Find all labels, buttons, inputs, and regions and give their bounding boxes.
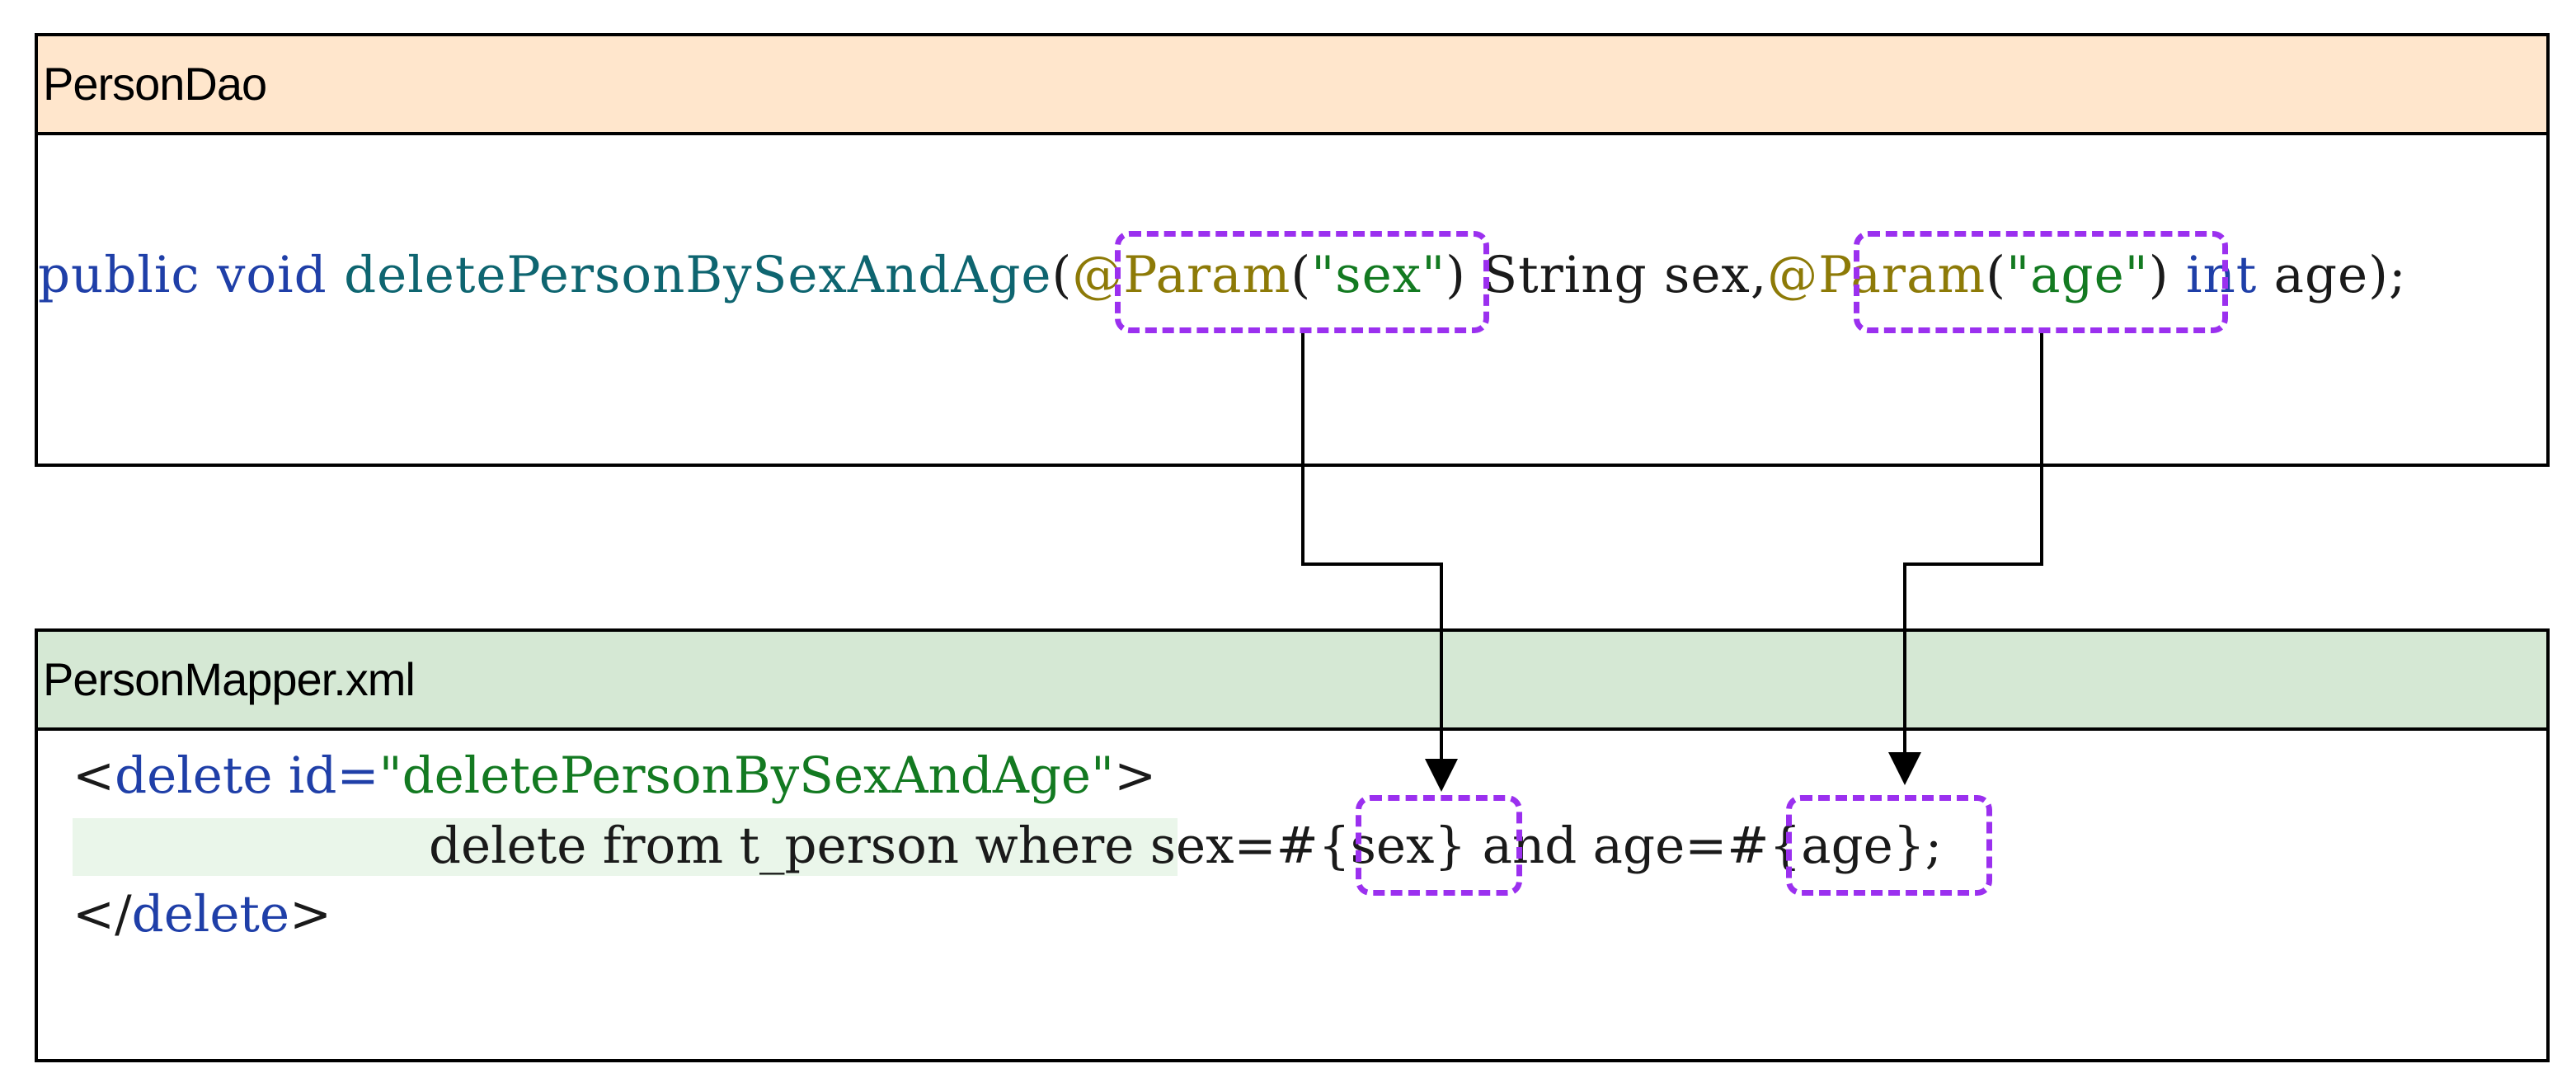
arrow-sex-connector (1301, 333, 1458, 792)
connector-arrows (1301, 333, 2043, 792)
arrow-age-connector (1888, 333, 2043, 785)
